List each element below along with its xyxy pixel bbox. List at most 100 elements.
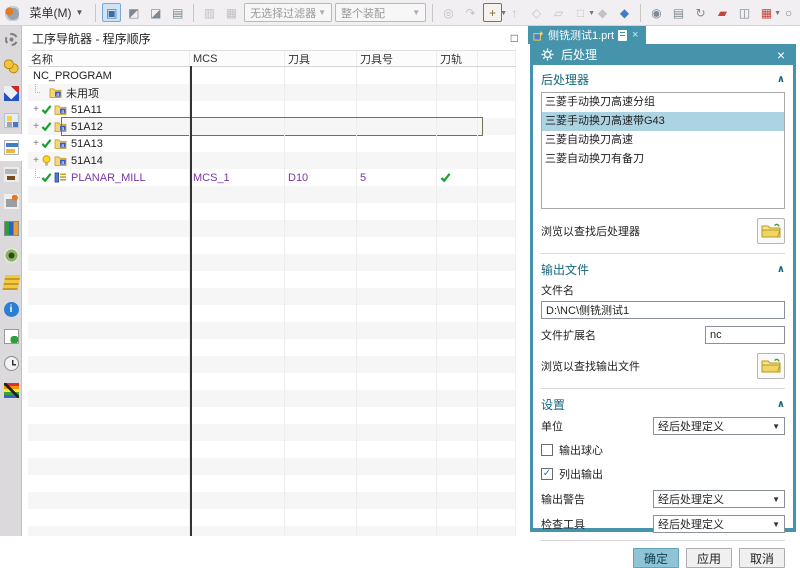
operation-navigator-icon[interactable] — [0, 134, 22, 161]
cube-plus-icon[interactable]: ▱ — [549, 3, 568, 22]
pattern-component-icon[interactable]: ◇ — [527, 3, 546, 22]
add-component-icon[interactable]: +▼ — [483, 3, 502, 22]
roles-icon[interactable] — [0, 377, 22, 404]
browse-output-button[interactable] — [757, 353, 785, 379]
settings-section-header[interactable]: 设置 ∧ — [541, 396, 785, 413]
postprocessor-list-item[interactable]: 三菱手动换刀高速带G43 — [542, 112, 784, 131]
svg-text:a: a — [56, 92, 59, 98]
part-tab[interactable]: 侧铣测试1.prt × — [528, 26, 646, 44]
cell-blank — [357, 407, 437, 424]
cell-tool-number — [357, 101, 437, 118]
table-row[interactable]: +a51A11 — [28, 101, 516, 118]
collapse-chevron-icon[interactable]: ∧ — [777, 264, 785, 275]
move-component-icon[interactable]: ↑ — [505, 3, 524, 22]
clock-partial-icon[interactable]: ○ — [779, 3, 798, 22]
notes-icon[interactable] — [0, 323, 22, 350]
expand-icon[interactable]: + — [31, 138, 41, 149]
column-header-3[interactable]: 刀具 — [285, 51, 357, 66]
cell-blank — [190, 407, 285, 424]
wireframe-cube-icon[interactable]: ◆ — [593, 3, 612, 22]
postprocessor-list-item[interactable]: 三菱手动换刀高速分组 — [542, 93, 784, 112]
table-row[interactable]: +a51A12 — [28, 118, 516, 135]
table-row[interactable]: NC_PROGRAM — [28, 67, 516, 84]
output-warning-dropdown[interactable]: 经后处理定义 ▼ — [653, 490, 785, 508]
dialog-close-icon[interactable]: × — [777, 47, 785, 63]
dialog-header[interactable]: 后处理 × — [533, 44, 793, 65]
column-header-5[interactable]: 刀轨 — [437, 51, 478, 66]
constraint-navigator-icon[interactable] — [0, 80, 22, 107]
postprocessor-section-header[interactable]: 后处理器 ∧ — [541, 71, 785, 88]
toolbar-separator — [640, 4, 641, 22]
column-header-2[interactable]: MCS — [190, 51, 285, 66]
program-group-icon: a — [49, 87, 62, 98]
select-scope-icon[interactable]: ▣ — [102, 3, 121, 22]
select-point-icon[interactable]: ◪ — [146, 3, 165, 22]
file-extension-input[interactable] — [705, 326, 785, 344]
file-name-input[interactable] — [541, 301, 785, 319]
eraser-icon[interactable]: ▰ — [713, 3, 732, 22]
analysis-icon[interactable]: ▦ — [222, 3, 241, 22]
selection-scope-combo[interactable]: 整个装配 ▼ — [335, 3, 426, 22]
list-output-checkbox[interactable]: ✓ — [541, 468, 553, 480]
sphere-output-checkbox[interactable] — [541, 444, 553, 456]
empty-table-row — [28, 237, 516, 254]
tab-close-icon[interactable]: × — [632, 29, 638, 41]
table-row[interactable]: PLANAR_MILLMCS_1D105 — [28, 169, 516, 186]
gear-icon[interactable] — [0, 26, 22, 53]
grid-view-icon[interactable]: ▦▼ — [757, 3, 776, 22]
part-navigator-icon[interactable] — [0, 107, 22, 134]
browse-postprocessor-button[interactable] — [757, 218, 785, 244]
expand-icon[interactable]: + — [31, 155, 41, 166]
shaded-cube-icon[interactable]: ◆ — [615, 3, 634, 22]
postprocessor-list-item[interactable]: 三菱自动换刀高速 — [542, 131, 784, 150]
select-edge-icon[interactable]: ▤ — [168, 3, 187, 22]
maximize-icon[interactable]: □ — [511, 32, 518, 44]
machine-tool-navigator-icon[interactable] — [0, 161, 22, 188]
step-arrow-icon[interactable]: ↷ — [461, 3, 480, 22]
cell-name: +a51A12 — [28, 118, 190, 135]
selection-filter-value: 无选择过滤器 — [250, 5, 316, 21]
postprocessor-list-item[interactable]: 三菱自动换刀有备刀 — [542, 150, 784, 169]
table-row[interactable]: +a51A13 — [28, 135, 516, 152]
collapse-chevron-icon[interactable]: ∧ — [777, 74, 785, 85]
history-glyph — [4, 356, 19, 371]
internet-icon[interactable] — [0, 296, 22, 323]
unit-dropdown[interactable]: 经后处理定义 ▼ — [653, 417, 785, 435]
expand-icon[interactable]: + — [31, 121, 41, 132]
hd3d-tool-icon[interactable] — [0, 242, 22, 269]
column-header-1[interactable]: 名称 — [28, 51, 190, 66]
output-section-header[interactable]: 输出文件 ∧ — [541, 261, 785, 278]
apply-button[interactable]: 应用 — [686, 548, 732, 568]
selection-filter-combo[interactable]: 无选择过滤器 ▼ — [244, 3, 332, 22]
measure-icon[interactable]: ▥ — [200, 3, 219, 22]
check-tool-dropdown[interactable]: 经后处理定义 ▼ — [653, 515, 785, 533]
column-header-blank[interactable] — [478, 51, 516, 66]
menu-button[interactable]: 菜单(M) ▼ — [24, 2, 90, 23]
ok-button[interactable]: 确定 — [633, 548, 679, 568]
reuse-library-icon[interactable] — [0, 215, 22, 242]
assembly-navigator-icon[interactable] — [0, 53, 22, 80]
table-row[interactable]: a未用项 — [28, 84, 516, 101]
cell-blank — [285, 407, 357, 424]
refresh-icon[interactable]: ↻ — [691, 3, 710, 22]
file-extension-row: 文件扩展名 — [541, 326, 785, 344]
window-layout-icon[interactable]: ◫ — [735, 3, 754, 22]
collapse-chevron-icon[interactable]: ∧ — [777, 399, 785, 410]
expand-icon[interactable]: + — [31, 104, 41, 115]
process-assistant-icon[interactable] — [0, 188, 22, 215]
cell-mcs: MCS_1 — [190, 169, 285, 186]
cell-blank — [28, 356, 190, 373]
gears-icon[interactable]: ◎ — [439, 3, 458, 22]
column-divider-line[interactable] — [190, 66, 192, 536]
cancel-button[interactable]: 取消 — [739, 548, 785, 568]
column-header-4[interactable]: 刀具号 — [357, 51, 437, 66]
zoom-window-icon[interactable]: ◉ — [647, 3, 666, 22]
snap-point-icon[interactable]: ◩ — [124, 3, 143, 22]
selection-box-icon[interactable]: □▼ — [571, 3, 590, 22]
empty-table-row — [28, 356, 516, 373]
table-row[interactable]: +a51A14 — [28, 152, 516, 169]
history-icon[interactable] — [0, 350, 22, 377]
image-capture-icon[interactable]: ▤ — [669, 3, 688, 22]
empty-table-row — [28, 390, 516, 407]
layers-icon[interactable] — [0, 269, 22, 296]
